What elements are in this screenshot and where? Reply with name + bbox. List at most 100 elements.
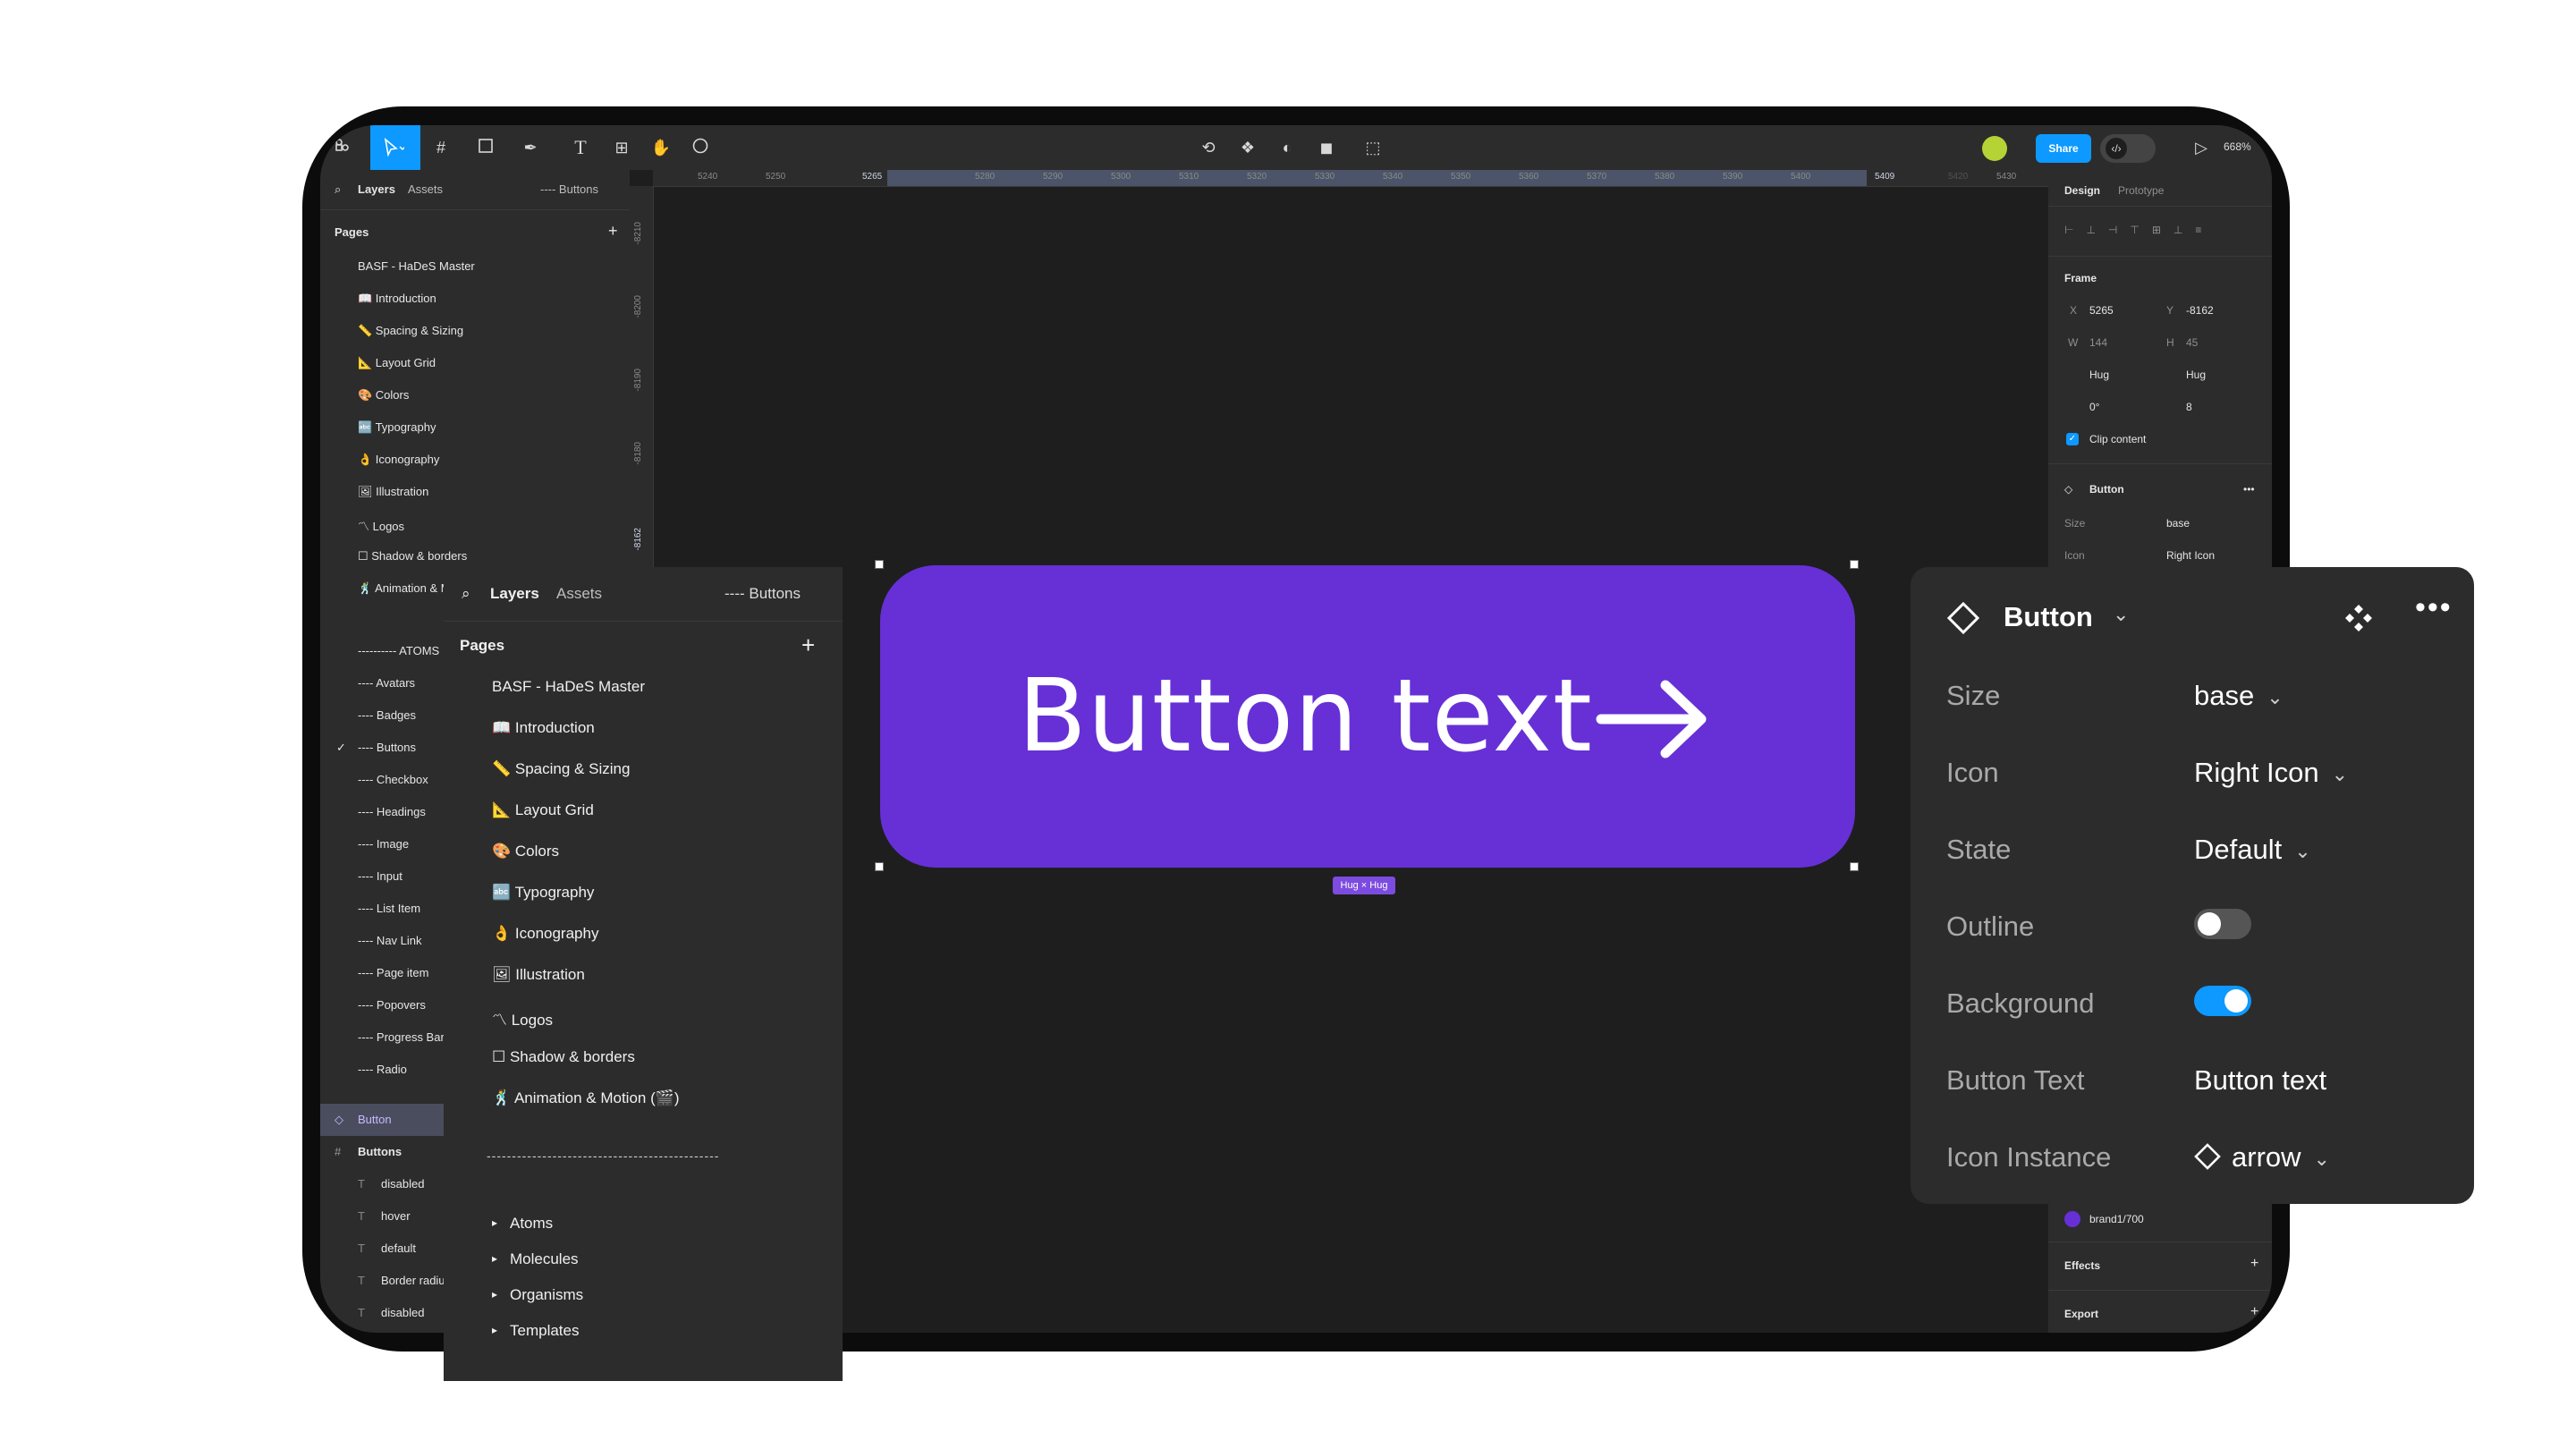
caret-right-icon[interactable]: ▸: [492, 1324, 497, 1336]
share-button[interactable]: Share: [2036, 134, 2091, 163]
hand-tool-icon[interactable]: ✋: [649, 137, 673, 158]
dev-mode-toggle[interactable]: ‹/›: [2100, 134, 2156, 163]
icon-select[interactable]: Right Icon ⌄: [2194, 757, 2348, 789]
crop-icon[interactable]: ⬚: [1361, 137, 1385, 158]
add-page-icon[interactable]: +: [608, 222, 618, 241]
page-item[interactable]: 🎨 Colors: [492, 843, 559, 860]
page-item[interactable]: ---- Nav Link: [358, 934, 422, 947]
go-to-main-component-icon[interactable]: [2343, 603, 2374, 633]
shape-tool-icon[interactable]: [474, 137, 497, 158]
h-field[interactable]: 45: [2186, 336, 2198, 349]
page-group[interactable]: Templates: [510, 1322, 579, 1340]
page-item[interactable]: 👌 Iconography: [358, 453, 439, 467]
page-item[interactable]: 🖼 Illustration: [358, 485, 428, 499]
page-item[interactable]: ☐ Shadow & borders: [492, 1048, 635, 1066]
page-divider[interactable]: ----------------------------------------…: [487, 1148, 719, 1163]
icon-instance-select[interactable]: arrow ⌄: [2194, 1141, 2330, 1174]
resources-tool-icon[interactable]: ⊞: [610, 137, 633, 158]
component-title[interactable]: Button: [2004, 601, 2093, 633]
page-item[interactable]: 📖 Introduction: [492, 719, 595, 737]
tab-design[interactable]: Design: [2064, 184, 2100, 197]
avatar[interactable]: [1982, 136, 2007, 161]
page-item[interactable]: ---- Badges: [358, 708, 416, 722]
tab-assets[interactable]: Assets: [408, 182, 443, 196]
size-select[interactable]: base ⌄: [2194, 680, 2284, 712]
text-tool-icon[interactable]: T: [569, 137, 592, 158]
page-item[interactable]: ---- Avatars: [358, 676, 415, 690]
tab-layers[interactable]: Layers: [490, 585, 539, 603]
state-select[interactable]: Default ⌄: [2194, 834, 2311, 866]
fill-swatch[interactable]: [2064, 1211, 2080, 1227]
add-page-icon[interactable]: +: [801, 631, 815, 659]
layer-item[interactable]: disabled: [381, 1177, 424, 1191]
page-item[interactable]: 🖼 Illustration: [492, 966, 585, 984]
page-item[interactable]: 🔤 Typography: [358, 420, 436, 435]
layer-item[interactable]: Buttons: [358, 1145, 402, 1158]
page-item[interactable]: 🎨 Colors: [358, 388, 409, 402]
page-item[interactable]: ---- List Item: [358, 902, 420, 915]
frame-tool-icon[interactable]: #: [429, 137, 453, 158]
page-item[interactable]: 👌 Iconography: [492, 925, 598, 943]
selection-handle[interactable]: [1850, 560, 1859, 569]
hug-height-select[interactable]: Hug: [2186, 369, 2206, 381]
page-item[interactable]: 📐 Layout Grid: [358, 356, 436, 370]
page-item[interactable]: ---- Progress Bar: [358, 1030, 445, 1044]
page-switcher[interactable]: ---- Buttons: [540, 182, 598, 196]
icon-select[interactable]: Right Icon: [2166, 549, 2215, 562]
layer-item[interactable]: Border radius: [381, 1274, 451, 1287]
comment-tool-icon[interactable]: [689, 137, 712, 158]
tab-assets[interactable]: Assets: [556, 585, 602, 603]
canvas-button-component[interactable]: Button text: [880, 565, 1855, 868]
page-item[interactable]: 🕺 Animation & Motion (🎬): [492, 1089, 680, 1107]
search-icon[interactable]: ⌕: [335, 182, 341, 197]
page-item[interactable]: 📏 Spacing & Sizing: [358, 324, 463, 338]
page-group[interactable]: Atoms: [510, 1215, 553, 1233]
page-item[interactable]: BASF - HaDeS Master: [358, 259, 475, 273]
zoom-level[interactable]: 668%: [2224, 140, 2251, 153]
add-effect-icon[interactable]: +: [2250, 1256, 2258, 1272]
component-icon[interactable]: ❖: [1236, 137, 1259, 158]
mask-icon[interactable]: ◐: [1275, 137, 1299, 158]
w-field[interactable]: 144: [2089, 336, 2107, 349]
page-item[interactable]: ---- Checkbox: [358, 773, 428, 786]
x-field[interactable]: 5265: [2089, 304, 2114, 317]
fill-style-name[interactable]: brand1/700: [2089, 1213, 2144, 1225]
size-select[interactable]: base: [2166, 517, 2190, 530]
page-item[interactable]: 〽 Logos: [492, 1007, 553, 1030]
present-icon[interactable]: ▷: [2190, 137, 2213, 158]
selection-handle[interactable]: [875, 862, 884, 871]
button-text-field[interactable]: Button text: [2194, 1064, 2326, 1097]
main-menu-icon[interactable]: [331, 137, 354, 158]
page-item[interactable]: 📖 Introduction: [358, 292, 436, 306]
page-item[interactable]: 🔤 Typography: [492, 884, 594, 902]
page-item[interactable]: ---- Headings: [358, 805, 426, 818]
page-item-current[interactable]: ---- Buttons: [358, 741, 416, 754]
rotation-field[interactable]: 0°: [2089, 401, 2099, 413]
page-item[interactable]: ---- Popovers: [358, 998, 426, 1012]
y-field[interactable]: -8162: [2186, 304, 2214, 317]
frame-section-title[interactable]: Frame: [2064, 272, 2097, 284]
search-icon[interactable]: ⌕: [462, 585, 470, 603]
page-item[interactable]: ☐ Shadow & borders: [358, 549, 467, 564]
page-item[interactable]: 〽 Logos: [358, 517, 404, 534]
page-item[interactable]: 📐 Layout Grid: [492, 801, 594, 819]
page-group[interactable]: Molecules: [510, 1250, 579, 1268]
hug-width-select[interactable]: Hug: [2089, 369, 2109, 381]
tab-layers[interactable]: Layers: [358, 182, 395, 196]
more-options-icon[interactable]: •••: [2415, 590, 2453, 625]
edit-object-icon[interactable]: ⟲: [1197, 137, 1220, 158]
move-tool-button[interactable]: [370, 125, 420, 170]
background-toggle[interactable]: [2194, 986, 2251, 1016]
boolean-icon[interactable]: ◼: [1315, 137, 1338, 158]
layer-item[interactable]: hover: [381, 1209, 411, 1223]
align-icons[interactable]: ⊢⊥⊣⊤⊞⊥≡: [2064, 224, 2214, 236]
layer-item[interactable]: default: [381, 1241, 416, 1255]
caret-right-icon[interactable]: ▸: [492, 1288, 497, 1301]
page-group[interactable]: Organisms: [510, 1286, 583, 1304]
selection-handle[interactable]: [875, 560, 884, 569]
selection-handle[interactable]: [1850, 862, 1859, 871]
add-export-icon[interactable]: +: [2250, 1304, 2258, 1320]
page-item[interactable]: ---------- ATOMS: [358, 644, 439, 657]
page-item[interactable]: BASF - HaDeS Master: [492, 678, 645, 696]
chevron-down-icon[interactable]: ⌄: [2113, 603, 2129, 626]
